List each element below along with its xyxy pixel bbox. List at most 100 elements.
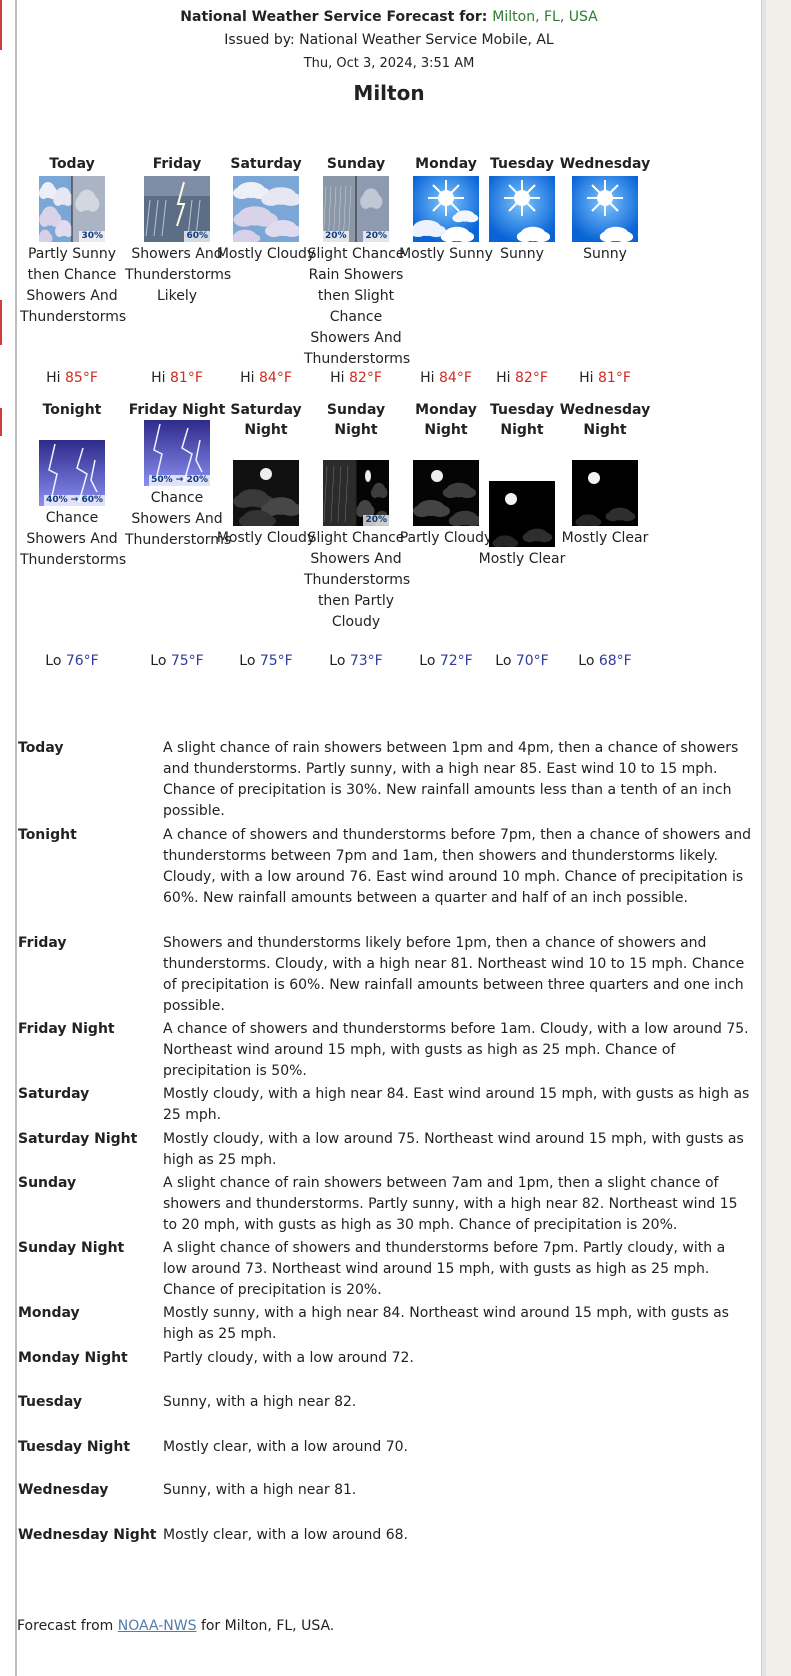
precip-chance-label: 50% → 20% — [149, 475, 210, 486]
low-temp-value: 75°F — [259, 653, 293, 669]
temp-prefix: Hi — [240, 370, 255, 386]
period-temperature: Lo 76°F — [20, 653, 124, 669]
day-forecast-period: Today 30% Partly Sunny then Chance Showers… — [20, 154, 127, 328]
low-temp-value: 73°F — [349, 653, 383, 669]
period-condition: Slight Chance Rain Showers then Slight C… — [304, 246, 411, 367]
rain-showers-icon: 20% 20% — [323, 176, 389, 242]
detail-period-name: Today — [18, 740, 64, 756]
night-storm-partly-cloudy-icon: 20% — [323, 460, 389, 526]
detail-period-text: Mostly clear, with a low around 70. — [163, 1439, 408, 1455]
precip-chance-label: 30% — [79, 231, 105, 242]
night-cloudy-icon — [233, 460, 299, 526]
temp-prefix: Hi — [579, 370, 594, 386]
period-name: Saturday — [230, 156, 302, 172]
left-edge-marker — [0, 408, 2, 436]
period-condition: Partly Sunny then Chance Showers And Thu… — [20, 246, 127, 325]
period-name: Today — [49, 156, 95, 172]
detail-period-name: Friday Night — [18, 1021, 115, 1037]
period-temperature: Lo 68°F — [553, 653, 657, 669]
low-temp-value: 68°F — [598, 653, 632, 669]
high-temp-value: 82°F — [515, 370, 548, 386]
left-edge-marker — [0, 300, 2, 345]
temp-prefix: Lo — [239, 653, 256, 669]
period-name: Wednesday — [559, 156, 651, 172]
thunderstorm-icon: 60% — [144, 176, 210, 242]
high-temp-value: 84°F — [439, 370, 472, 386]
detail-period-name: Wednesday Night — [18, 1527, 157, 1543]
sunny-icon — [489, 176, 555, 242]
detail-period-text: A chance of showers and thunderstorms be… — [163, 1021, 749, 1079]
detail-period-text: Showers and thunderstorms likely before … — [163, 935, 745, 1014]
detail-period-text: Mostly cloudy, with a high near 84. East… — [163, 1086, 750, 1123]
detail-period-name: Tonight — [18, 827, 77, 843]
period-condition: Chance Showers And Thunderstorms — [20, 510, 127, 568]
low-temp-value: 70°F — [515, 653, 549, 669]
night-thunderstorm-icon: 50% → 20% — [144, 420, 210, 486]
detail-period-text: Mostly sunny, with a high near 84. North… — [163, 1305, 729, 1342]
temp-prefix: Lo — [150, 653, 167, 669]
right-frame — [761, 0, 766, 1676]
noaa-nws-link[interactable]: NOAA-NWS — [118, 1618, 197, 1634]
temp-prefix: Hi — [420, 370, 435, 386]
low-temp-value: 76°F — [65, 653, 99, 669]
night-mostly-clear-icon — [489, 481, 555, 547]
city-heading: Milton — [353, 81, 425, 105]
period-condition: Mostly Cloudy — [216, 530, 316, 546]
forecast-title-prefix: National Weather Service Forecast for: — [180, 9, 488, 25]
detail-period-name: Sunday Night — [18, 1240, 125, 1256]
detail-period-text: Sunny, with a high near 82. — [163, 1394, 357, 1410]
detail-period-text: A chance of showers and thunderstorms be… — [163, 827, 751, 906]
period-condition: Mostly Cloudy — [216, 246, 316, 262]
low-temp-value: 75°F — [170, 653, 204, 669]
night-forecast-period: Saturday Night Mostly Cloudy — [214, 400, 318, 549]
detail-period-text: Partly cloudy, with a low around 72. — [163, 1350, 414, 1366]
temp-prefix: Lo — [578, 653, 595, 669]
issued-by: Issued by: National Weather Service Mobi… — [224, 32, 554, 48]
night-forecast-period: Sunday Night 20% Slight Chance Showers And… — [304, 400, 411, 633]
detail-period-text: A slight chance of rain showers between … — [163, 740, 739, 819]
forecast-title: National Weather Service Forecast for: M… — [17, 9, 761, 25]
high-temp-value: 85°F — [65, 370, 98, 386]
period-condition: Mostly Clear — [561, 530, 649, 546]
night-forecast-period: Tonight 40% → 60% Chance Showers And Thund… — [20, 400, 127, 571]
forecast-location: Milton, FL, USA — [492, 9, 598, 25]
high-temp-value: 81°F — [170, 370, 203, 386]
detail-period-name: Saturday Night — [18, 1131, 138, 1147]
detail-period-text: A slight chance of rain showers between … — [163, 1175, 738, 1233]
period-name: Sunday — [326, 156, 386, 172]
period-temperature: Hi 85°F — [20, 370, 124, 386]
period-temperature: Hi 84°F — [214, 370, 318, 386]
forecast-footer: Forecast from NOAA-NWS for Milton, FL, U… — [17, 1618, 334, 1634]
high-temp-value: 84°F — [259, 370, 292, 386]
temp-prefix: Lo — [45, 653, 62, 669]
low-temp-value: 72°F — [439, 653, 473, 669]
temp-prefix: Hi — [151, 370, 166, 386]
day-forecast-period: Wednesday Sunny — [553, 154, 657, 265]
footer-prefix: Forecast from — [17, 1618, 114, 1634]
period-name: Saturday Night — [230, 402, 302, 438]
detail-period-name: Monday — [18, 1305, 80, 1321]
sun-cloud-storm-icon: 30% — [39, 176, 105, 242]
temp-prefix: Hi — [330, 370, 345, 386]
temp-prefix: Lo — [495, 653, 512, 669]
temp-prefix: Lo — [419, 653, 436, 669]
precip-chance-label: 20% — [363, 231, 389, 242]
precip-chance-label: 20% — [363, 515, 389, 526]
day-forecast-period: Saturday Mostly Cloudy — [214, 154, 318, 265]
period-condition: Slight Chance Showers And Thunderstorms … — [304, 530, 411, 630]
period-temperature: Lo 73°F — [304, 653, 408, 669]
detail-period-name: Wednesday — [18, 1482, 109, 1498]
night-thunderstorm-icon: 40% → 60% — [39, 440, 105, 506]
period-temperature: Hi 81°F — [553, 370, 657, 386]
cloudy-icon — [233, 176, 299, 242]
high-temp-value: 82°F — [349, 370, 382, 386]
detail-period-text: Mostly cloudy, with a low around 75. Nor… — [163, 1131, 744, 1168]
temp-prefix: Hi — [496, 370, 511, 386]
issued-time: Thu, Oct 3, 2024, 3:51 AM — [303, 56, 475, 71]
precip-chance-label: 60% — [184, 231, 210, 242]
day-forecast-period: Sunday 20% 20% Slight Chance Rain Showers t… — [304, 154, 411, 370]
detail-period-name: Monday Night — [18, 1350, 128, 1366]
high-temp-value: 81°F — [598, 370, 631, 386]
detail-period-text: Mostly clear, with a low around 68. — [163, 1527, 408, 1543]
detail-period-text: Sunny, with a high near 81. — [163, 1482, 357, 1498]
